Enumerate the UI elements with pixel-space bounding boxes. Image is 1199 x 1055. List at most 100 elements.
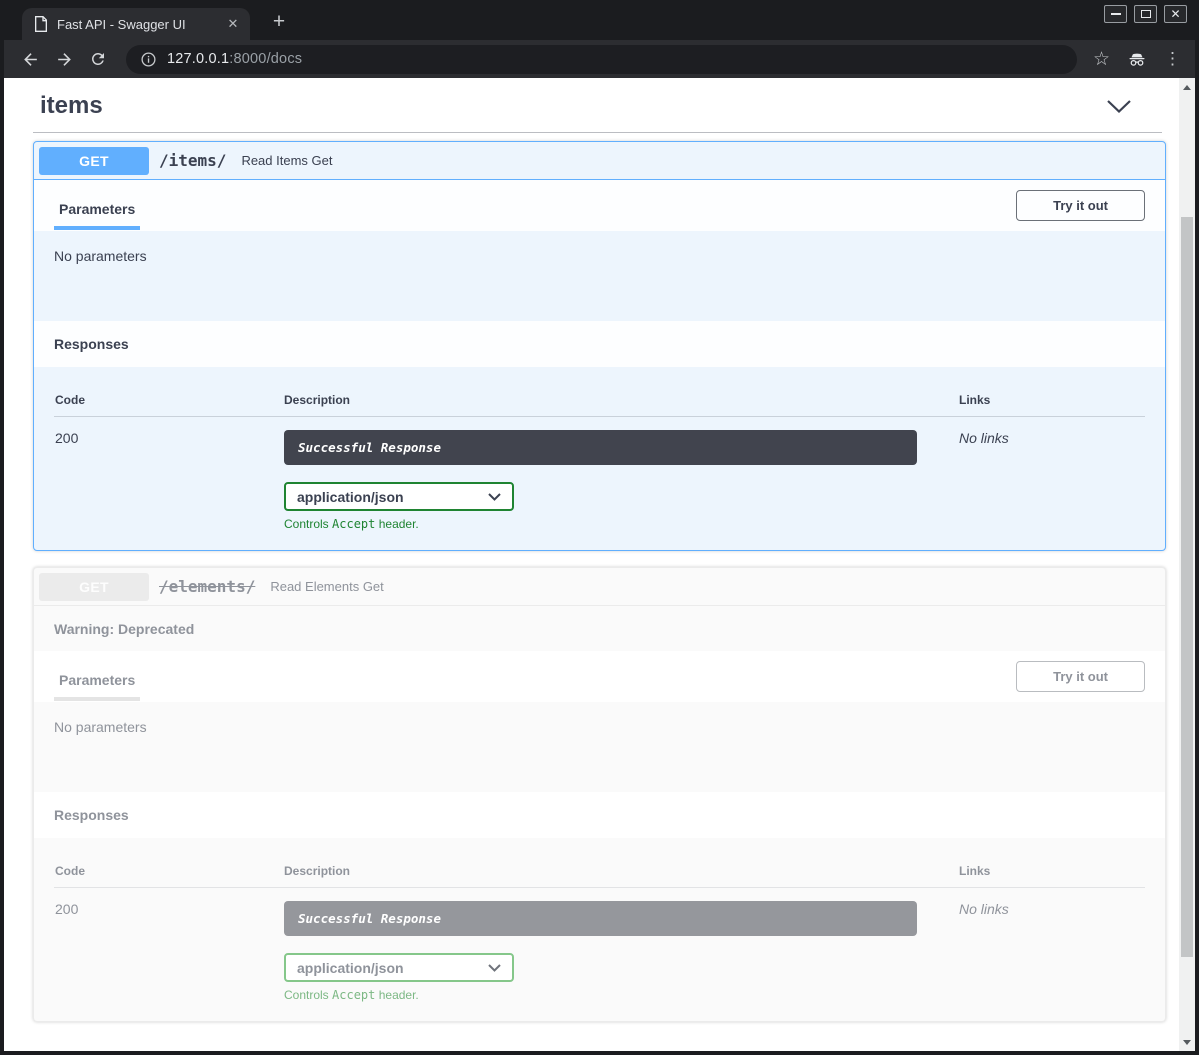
response-links: No links (959, 430, 1145, 531)
responses-table-header: Code Description Links (54, 864, 1145, 888)
chevron-down-icon (488, 964, 501, 972)
controls-accept-note: Controls Accept header. (284, 988, 959, 1002)
new-tab-button[interactable]: + (266, 10, 292, 36)
endpoint-body: Parameters Try it out No parameters Resp… (34, 180, 1165, 550)
method-badge: GET (39, 573, 149, 601)
response-code: 200 (54, 901, 284, 1002)
parameters-body: No parameters (34, 702, 1165, 792)
parameters-tab: Parameters (54, 186, 140, 230)
parameters-header-bar: Parameters Try it out (34, 651, 1165, 702)
scrollbar-thumb[interactable] (1181, 217, 1193, 957)
responses-header-bar: Responses (34, 321, 1165, 367)
url-host: 127.0.0.1 (167, 51, 229, 67)
tag-section-header[interactable]: items (33, 86, 1162, 133)
endpoint-summary[interactable]: GET /items/ Read Items Get (34, 142, 1165, 180)
address-bar[interactable]: 127.0.0.1:8000/docs (126, 45, 1077, 74)
tag-title: items (40, 92, 103, 120)
page-content: items GET /items/ Read Items Get Paramet… (4, 78, 1195, 1051)
media-type-select[interactable]: application/json (284, 482, 514, 511)
controls-suffix: header. (375, 988, 418, 1002)
tab-close-icon[interactable]: ✕ (224, 15, 242, 33)
endpoint-summary[interactable]: GET /elements/ Read Elements Get (34, 568, 1165, 606)
response-code: 200 (54, 430, 284, 531)
response-description-cell: Successful Response application/json Con… (284, 430, 959, 531)
page-favicon-icon (34, 16, 48, 32)
try-it-out-button[interactable]: Try it out (1016, 661, 1145, 692)
code-column-header: Code (54, 393, 284, 407)
parameters-header-bar: Parameters Try it out (34, 180, 1165, 231)
no-parameters-text: No parameters (54, 719, 1145, 735)
response-description-text: Successful Response (298, 440, 441, 455)
controls-suffix: header. (375, 517, 418, 531)
browser-titlebar: Fast API - Swagger UI ✕ + ✕ (4, 0, 1195, 40)
browser-tab[interactable]: Fast API - Swagger UI ✕ (22, 8, 250, 40)
endpoint-body: Warning: Deprecated Parameters Try it ou… (34, 606, 1165, 1021)
browser-window: Fast API - Swagger UI ✕ + ✕ 127.0.0.1:80… (0, 0, 1199, 1055)
back-arrow-icon (21, 50, 40, 69)
response-description-block: Successful Response (284, 901, 917, 936)
parameters-body: No parameters (34, 231, 1165, 321)
forward-button[interactable] (50, 45, 78, 73)
endpoint-description: Read Elements Get (270, 579, 383, 594)
toolbar-right-icons: ☆ ⋮ (1093, 48, 1181, 71)
media-type-select[interactable]: application/json (284, 953, 514, 982)
collapse-chevron-icon[interactable] (1106, 99, 1132, 114)
chevron-down-icon (488, 493, 501, 501)
tab-title: Fast API - Swagger UI (57, 17, 224, 32)
window-maximize-button[interactable] (1134, 5, 1157, 23)
parameters-tab: Parameters (54, 657, 140, 701)
scroll-down-icon[interactable] (1179, 1034, 1195, 1050)
responses-title: Responses (54, 336, 129, 352)
scroll-up-icon[interactable] (1179, 79, 1195, 95)
window-close-button[interactable]: ✕ (1164, 5, 1187, 23)
responses-table-header: Code Description Links (54, 393, 1145, 417)
response-description-block: Successful Response (284, 430, 917, 465)
response-links: No links (959, 901, 1145, 1002)
responses-header-bar: Responses (34, 792, 1165, 838)
responses-body: Code Description Links 200 Successful Re… (34, 838, 1165, 1021)
response-description-text: Successful Response (298, 911, 441, 926)
controls-code: Accept (332, 988, 375, 1002)
url-path: :8000/docs (229, 51, 302, 67)
reload-button[interactable] (84, 45, 112, 73)
code-column-header: Code (54, 864, 284, 878)
site-info-icon[interactable] (140, 51, 157, 68)
endpoint-description: Read Items Get (241, 153, 332, 168)
response-row: 200 Successful Response application/json… (54, 888, 1145, 1002)
try-it-out-button[interactable]: Try it out (1016, 190, 1145, 221)
deprecated-warning: Warning: Deprecated (34, 606, 1165, 651)
endpoint-path: /elements/ (159, 577, 255, 596)
controls-prefix: Controls (284, 517, 332, 531)
back-button[interactable] (16, 45, 44, 73)
responses-body: Code Description Links 200 Successful Re… (34, 367, 1165, 550)
links-column-header: Links (959, 393, 1145, 407)
controls-code: Accept (332, 517, 375, 531)
endpoint-get-elements-deprecated: GET /elements/ Read Elements Get Warning… (33, 567, 1166, 1022)
links-column-header: Links (959, 864, 1145, 878)
window-minimize-button[interactable] (1104, 5, 1127, 23)
response-description-cell: Successful Response application/json Con… (284, 901, 959, 1002)
controls-accept-note: Controls Accept header. (284, 517, 959, 531)
media-type-value: application/json (297, 489, 404, 505)
controls-prefix: Controls (284, 988, 332, 1002)
bookmark-star-icon[interactable]: ☆ (1093, 48, 1110, 71)
maximize-icon (1141, 10, 1151, 18)
scrollbar[interactable] (1179, 78, 1195, 1051)
swagger-page: items GET /items/ Read Items Get Paramet… (4, 78, 1179, 1051)
forward-arrow-icon (55, 50, 74, 69)
endpoint-get-items: GET /items/ Read Items Get Parameters Tr… (33, 141, 1166, 551)
window-controls: ✕ (1104, 5, 1187, 23)
endpoint-path: /items/ (159, 151, 226, 170)
method-badge: GET (39, 147, 149, 175)
media-type-value: application/json (297, 960, 404, 976)
browser-menu-icon[interactable]: ⋮ (1164, 49, 1181, 69)
description-column-header: Description (284, 393, 959, 407)
close-icon: ✕ (1170, 8, 1180, 20)
reload-icon (89, 50, 107, 68)
responses-title: Responses (54, 807, 129, 823)
minimize-icon (1111, 13, 1121, 15)
url-text: 127.0.0.1:8000/docs (167, 51, 302, 67)
response-row: 200 Successful Response application/json… (54, 417, 1145, 531)
browser-toolbar: 127.0.0.1:8000/docs ☆ ⋮ (4, 40, 1195, 78)
description-column-header: Description (284, 864, 959, 878)
